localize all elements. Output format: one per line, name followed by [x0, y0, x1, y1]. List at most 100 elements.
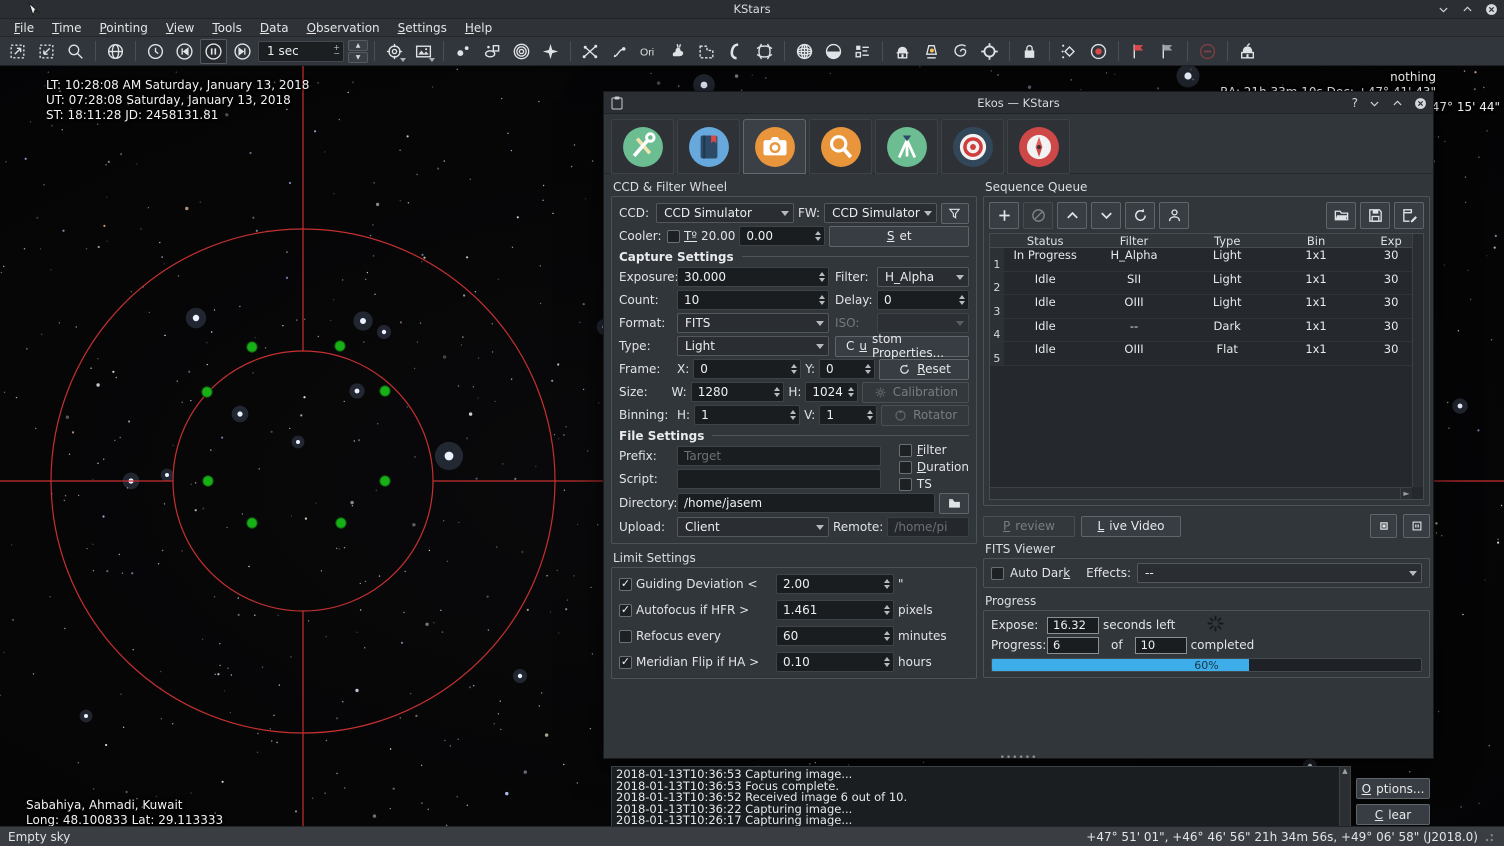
equatorial-grid-button[interactable]: [751, 39, 778, 64]
prefix-input[interactable]: Target: [677, 446, 881, 466]
zoom-in-button[interactable]: [4, 39, 31, 64]
dome-button[interactable]: [1234, 39, 1261, 64]
flag-gray-button[interactable]: [1154, 39, 1181, 64]
clear-button[interactable]: Clear: [1356, 804, 1430, 825]
filter-wheel-select[interactable]: CCD Simulator: [824, 203, 937, 223]
reset-frame-button[interactable]: Reset: [879, 359, 969, 380]
set-temperature-button[interactable]: Set: [829, 226, 969, 247]
flag-red-button[interactable]: [1125, 39, 1152, 64]
sequence-remove-button[interactable]: [1023, 202, 1053, 229]
sequence-observer-button[interactable]: [1159, 202, 1189, 229]
find-object-button[interactable]: [62, 39, 89, 64]
menu-settings[interactable]: Settings: [390, 20, 455, 36]
temperature-spinbox[interactable]: 0.00: [739, 226, 825, 246]
timestep-spinbox[interactable]: 1 sec+−: [258, 41, 344, 62]
ekos-titlebar[interactable]: Ekos — KStars ?: [604, 92, 1433, 114]
resize-grip[interactable]: [1484, 831, 1496, 843]
sky-map[interactable]: LT: 10:28:08 AM Saturday, January 13, 20…: [0, 66, 1504, 826]
view-image-button[interactable]: [410, 39, 437, 64]
count-spinbox[interactable]: 10: [677, 290, 829, 310]
pointing-button[interactable]: [381, 39, 408, 64]
lock-button[interactable]: [1016, 39, 1043, 64]
constellation-boundaries-button[interactable]: [693, 39, 720, 64]
deep-sky-objects-button[interactable]: [479, 39, 506, 64]
geolocation-button[interactable]: [102, 39, 129, 64]
horizon-button[interactable]: [820, 39, 847, 64]
step-forward-button[interactable]: [229, 39, 256, 64]
show-stars-button[interactable]: [450, 39, 477, 64]
tab-guide[interactable]: [941, 119, 1004, 174]
horizontal-grid-button[interactable]: [791, 39, 818, 64]
tab-mount[interactable]: [875, 119, 938, 174]
tab-align[interactable]: [1007, 119, 1070, 174]
refocus-every-checkbox[interactable]: [619, 630, 632, 643]
size-w-spinbox[interactable]: 1280: [691, 382, 785, 402]
delay-spinbox[interactable]: 0: [877, 290, 969, 310]
menu-pointing[interactable]: Pointing: [91, 20, 155, 36]
ekos-maximize-icon[interactable]: [1390, 96, 1404, 110]
sequence-refresh-button[interactable]: [1125, 202, 1155, 229]
options-button[interactable]: Options...: [1356, 778, 1430, 799]
center-telescope-button[interactable]: [976, 39, 1003, 64]
help-icon[interactable]: ?: [1352, 96, 1358, 110]
cooler-checkbox[interactable]: [667, 230, 680, 243]
frame-x-spinbox[interactable]: 0: [693, 359, 801, 379]
autofocus-hfr-checkbox[interactable]: [619, 604, 632, 617]
pause-button[interactable]: [200, 39, 227, 64]
ekos-minimize-icon[interactable]: [1367, 96, 1381, 110]
sequence-save-as-button[interactable]: [1394, 202, 1424, 229]
log-scrollbar[interactable]: ▲▼: [1339, 767, 1350, 826]
binning-h-spinbox[interactable]: 1: [694, 405, 800, 425]
frame-y-spinbox[interactable]: 0: [819, 359, 875, 379]
sequence-table[interactable]: StatusFilterTypeBinExp1In ProgressH_Alph…: [989, 233, 1424, 500]
constellation-names-button[interactable]: Ori: [635, 39, 662, 64]
menu-help[interactable]: Help: [457, 20, 500, 36]
sequence-move-down-button[interactable]: [1091, 202, 1121, 229]
prefix-filter-checkbox[interactable]: [899, 444, 912, 457]
menu-data[interactable]: Data: [252, 20, 297, 36]
tab-setup[interactable]: [611, 119, 674, 174]
lights-button[interactable]: [918, 39, 945, 64]
menu-file[interactable]: File: [6, 20, 42, 36]
maximize-icon[interactable]: [1460, 3, 1474, 17]
menu-tools[interactable]: Tools: [204, 20, 250, 36]
minimize-icon[interactable]: [1436, 3, 1450, 17]
constellation-figure-button[interactable]: [664, 39, 691, 64]
sequence-vertical-scrollbar[interactable]: [1412, 234, 1423, 487]
type-select[interactable]: Light: [677, 336, 829, 356]
tab-capture[interactable]: [743, 119, 806, 174]
effects-select[interactable]: --: [1137, 563, 1422, 583]
directory-input[interactable]: /home/jasem: [677, 493, 935, 513]
ccd-select[interactable]: CCD Simulator: [656, 203, 794, 223]
planets-button[interactable]: [537, 39, 564, 64]
supernovae-button[interactable]: [508, 39, 535, 64]
zoom-out-button[interactable]: [33, 39, 60, 64]
auto-dark-checkbox[interactable]: [991, 567, 1004, 580]
tab-focus[interactable]: [809, 119, 872, 174]
prefix-duration-checkbox[interactable]: [899, 461, 912, 474]
splitter-handle[interactable]: ••••••: [604, 756, 1433, 762]
custom-properties-button[interactable]: Custom Properties...: [835, 336, 969, 357]
milky-way-button[interactable]: [722, 39, 749, 64]
close-icon[interactable]: [1484, 3, 1498, 17]
step-backward-button[interactable]: [171, 39, 198, 64]
legend-button[interactable]: [849, 39, 876, 64]
pause-sequence-button[interactable]: [1403, 514, 1430, 538]
sequence-row[interactable]: 1In ProgressH_AlphaLight1x130: [990, 248, 1423, 272]
meridian-flip-spinbox[interactable]: 0.10: [776, 652, 894, 672]
record-button[interactable]: [1085, 39, 1112, 64]
set-time-button[interactable]: [142, 39, 169, 64]
sequence-row[interactable]: 4Idle--Dark1x130: [990, 319, 1423, 343]
tab-scheduler[interactable]: [677, 119, 740, 174]
browse-directory-button[interactable]: [939, 493, 969, 514]
main-titlebar[interactable]: KStars: [0, 0, 1504, 19]
angles-button[interactable]: [1056, 39, 1083, 64]
size-h-spinbox[interactable]: 1024: [805, 382, 857, 402]
menu-view[interactable]: View: [158, 20, 202, 36]
sequence-horizontal-scrollbar[interactable]: ►: [990, 487, 1412, 499]
timestep-step-buttons[interactable]: ▲▼: [348, 40, 368, 63]
stop-sequence-button[interactable]: [1370, 514, 1397, 538]
sequence-move-up-button[interactable]: [1057, 202, 1087, 229]
live-video-button[interactable]: Live Video: [1081, 516, 1181, 537]
meridian-flip-checkbox[interactable]: [619, 656, 632, 669]
